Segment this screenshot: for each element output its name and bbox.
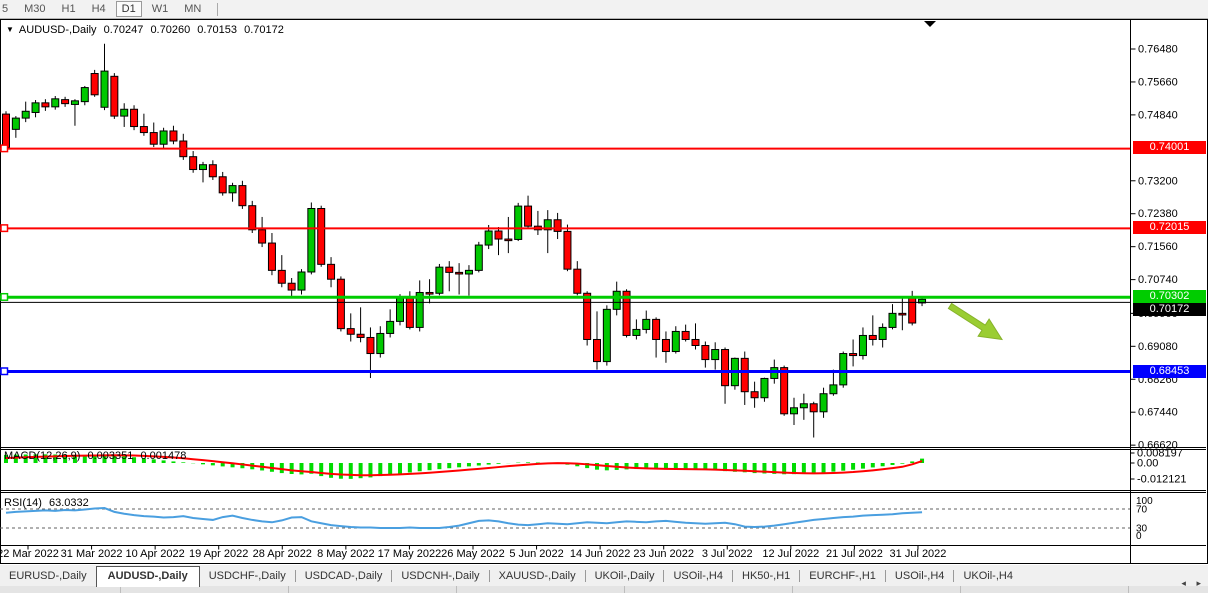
timeframe-button-W1[interactable]: W1 xyxy=(146,1,175,17)
macd-name: MACD(12,26,9) xyxy=(4,450,80,462)
macd-main-value: 0.003351 xyxy=(87,450,133,462)
time-axis[interactable] xyxy=(0,545,1130,563)
low-value: 0.70153 xyxy=(197,24,237,36)
symbol-tab-usdcad-daily[interactable]: USDCAD-,Daily xyxy=(296,567,392,586)
timeframe-button-M30[interactable]: M30 xyxy=(18,1,51,17)
symbol-tab-hk50-h1[interactable]: HK50-,H1 xyxy=(733,567,799,586)
strip-divider xyxy=(624,586,625,593)
trading-terminal: 5M30H1H4D1W1MN 0.764800.756600.748400.73… xyxy=(0,0,1208,593)
price-badge-0.70302: 0.70302 xyxy=(1133,290,1206,303)
tab-scroll-buttons: ◂ ▸ xyxy=(1181,578,1205,589)
price-badge-0.68453: 0.68453 xyxy=(1133,365,1206,378)
symbol-tab-ukoil-h4[interactable]: UKOil-,H4 xyxy=(954,567,1022,586)
tab-scroll-left-button[interactable]: ◂ xyxy=(1181,578,1190,588)
symbol-tab-eurchf-h1[interactable]: EURCHF-,H1 xyxy=(800,567,885,586)
timeframe-toolbar: 5M30 H1H4D1W1MN xyxy=(0,0,1208,19)
strip-divider xyxy=(120,586,121,593)
price-badge-0.70172: 0.70172 xyxy=(1133,303,1206,316)
macd-label: MACD(12,26,9) 0.003351 0.001478 xyxy=(4,450,190,462)
symbol-tab-usdchf-daily[interactable]: USDCHF-,Daily xyxy=(200,567,295,586)
open-value: 0.70247 xyxy=(104,24,144,36)
symbol-tab-audusd-daily[interactable]: AUDUSD-,Daily xyxy=(96,566,200,587)
symbol-tab-ukoil-daily[interactable]: UKOil-,Daily xyxy=(586,567,664,586)
strip-divider xyxy=(288,586,289,593)
price-badge-0.72015: 0.72015 xyxy=(1133,221,1206,234)
dropdown-triangle-icon[interactable]: ▼ xyxy=(6,25,14,34)
chart-title: ▼ AUDUSD-,Daily 0.70247 0.70260 0.70153 0… xyxy=(6,24,288,36)
tab-scroll-right-button[interactable]: ▸ xyxy=(1196,578,1205,588)
timeframe-button-MN[interactable]: MN xyxy=(178,1,207,17)
symbol-tab-usdcnh-daily[interactable]: USDCNH-,Daily xyxy=(392,567,488,586)
toolbar-separator xyxy=(217,3,218,16)
symbol-tab-usoil-h4[interactable]: USOil-,H4 xyxy=(664,567,732,586)
rsi-value: 63.0332 xyxy=(49,497,89,509)
price-badge-0.74001: 0.74001 xyxy=(1133,141,1206,154)
symbol-label: AUDUSD-,Daily xyxy=(19,24,97,36)
strip-divider xyxy=(960,586,961,593)
strip-divider xyxy=(1128,586,1129,593)
high-value: 0.70260 xyxy=(150,24,190,36)
symbol-tab-xauusd-daily[interactable]: XAUUSD-,Daily xyxy=(490,567,585,586)
timeframe-button-5[interactable]: 5 xyxy=(0,1,14,17)
chart-canvas[interactable] xyxy=(0,20,1130,447)
symbol-tabbar: EURUSD-,DailyAUDUSD-,DailyUSDCHF-,DailyU… xyxy=(0,565,1208,586)
bottom-strip xyxy=(0,586,1208,593)
strip-divider xyxy=(456,586,457,593)
price-axis[interactable] xyxy=(1132,20,1206,545)
timeframe-button-H1[interactable]: H1 xyxy=(56,1,82,17)
symbol-tab-eurusd-daily[interactable]: EURUSD-,Daily xyxy=(0,567,96,586)
rsi-name: RSI(14) xyxy=(4,497,42,509)
close-value: 0.70172 xyxy=(244,24,284,36)
symbol-tab-usoil-h4[interactable]: USOil-,H4 xyxy=(886,567,954,586)
timeframe-button-D1[interactable]: D1 xyxy=(116,1,142,17)
timeframe-button-H4[interactable]: H4 xyxy=(86,1,112,17)
macd-signal-value: 0.001478 xyxy=(140,450,186,462)
strip-divider xyxy=(792,586,793,593)
rsi-label: RSI(14) 63.0332 xyxy=(4,497,93,509)
